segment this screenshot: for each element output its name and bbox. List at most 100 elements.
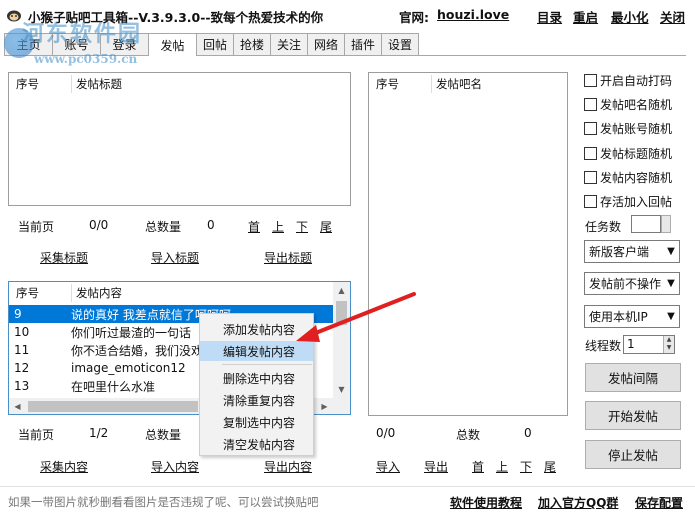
import-bars-link[interactable]: 导入 — [376, 458, 400, 475]
client-select-value: 新版客户端 — [589, 245, 650, 259]
checkbox-label: 存活加入回帖 — [600, 195, 673, 209]
current-page-label: 当前页 — [18, 220, 55, 234]
column-separator — [71, 75, 72, 93]
total-label: 总数量 — [145, 220, 182, 234]
page-last-link[interactable]: 尾 — [320, 218, 332, 235]
status-divider — [0, 486, 695, 487]
scroll-right-icon[interactable]: ▶ — [316, 398, 333, 414]
random-title-checkbox[interactable]: 发帖标题随机 — [584, 145, 672, 162]
row-num: 11 — [14, 343, 30, 357]
auto-captcha-checkbox[interactable]: 开启自动打码 — [584, 72, 672, 89]
bars-page-first-link[interactable]: 首 — [472, 458, 484, 475]
survive-add-reply-checkbox[interactable]: 存活加入回帖 — [584, 193, 672, 210]
thread-count-value: 1 — [627, 337, 635, 351]
bars-page-last-link[interactable]: 尾 — [544, 458, 556, 475]
title-list[interactable]: 序号 发帖标题 — [8, 72, 351, 206]
bars-page-prev-link[interactable]: 上 — [496, 458, 508, 475]
random-bar-checkbox[interactable]: 发帖吧名随机 — [584, 96, 672, 113]
minimize-link[interactable]: 最小化 — [611, 7, 649, 26]
task-count-label: 任务数 — [585, 220, 622, 234]
row-num: 9 — [14, 307, 22, 321]
col-header-num: 序号 — [16, 77, 39, 91]
checkbox-label: 发帖内容随机 — [600, 171, 673, 185]
chevron-down-icon: ▼ — [667, 246, 675, 257]
restart-link[interactable]: 重启 — [573, 7, 598, 26]
checkbox-box[interactable] — [584, 74, 597, 87]
export-bars-link[interactable]: 导出 — [424, 458, 448, 475]
save-config-link[interactable]: 保存配置 — [635, 494, 683, 511]
start-post-button[interactable]: 开始发帖 — [585, 401, 681, 430]
task-count-input[interactable] — [631, 215, 661, 233]
col-header-bar-name: 发帖吧名 — [436, 77, 482, 91]
tab-post[interactable]: 发帖 — [148, 33, 197, 56]
menu-item-delete-selected[interactable]: 删除选中内容 — [200, 368, 313, 388]
col-header-num: 序号 — [16, 286, 39, 300]
row-num: 13 — [14, 379, 30, 393]
scroll-down-icon[interactable]: ▼ — [333, 381, 350, 398]
stop-post-button[interactable]: 停止发帖 — [585, 440, 681, 469]
checkbox-box[interactable] — [584, 98, 597, 111]
export-content-link[interactable]: 导出内容 — [264, 458, 312, 475]
ip-select-value: 使用本机IP — [589, 310, 648, 324]
checkbox-box[interactable] — [584, 171, 597, 184]
thread-count-spinner[interactable]: ▲ ▼ — [663, 336, 674, 353]
checkbox-label: 发帖标题随机 — [600, 147, 673, 161]
column-separator — [71, 284, 72, 302]
row-num: 12 — [14, 361, 30, 375]
page-next-link[interactable]: 下 — [296, 218, 308, 235]
export-titles-link[interactable]: 导出标题 — [264, 249, 312, 266]
tab-settings[interactable]: 设置 — [381, 33, 419, 55]
menu-item-clear-duplicates[interactable]: 清除重复内容 — [200, 390, 313, 410]
watermark-url: www.pc0359.cn — [34, 52, 138, 66]
ip-select[interactable]: 使用本机IP ▼ — [584, 305, 680, 328]
menu-item-copy-selected[interactable]: 复制选中内容 — [200, 412, 313, 432]
post-interval-button[interactable]: 发帖间隔 — [585, 363, 681, 392]
total-value: 0 — [207, 218, 215, 232]
menu-item-clear-all[interactable]: 清空发帖内容 — [200, 434, 313, 454]
close-link[interactable]: 关闭 — [660, 7, 685, 26]
current-page-value: 1/2 — [89, 426, 109, 440]
import-content-link[interactable]: 导入内容 — [151, 458, 199, 475]
chevron-down-icon: ▼ — [667, 278, 675, 289]
checkbox-box[interactable] — [584, 122, 597, 135]
bars-current-page: 0/0 — [376, 426, 396, 440]
bars-total-value: 0 — [524, 426, 532, 440]
bar-name-list[interactable]: 序号 发帖吧名 — [368, 72, 568, 416]
menu-separator — [222, 364, 312, 365]
pre-post-select[interactable]: 发帖前不操作 ▼ — [584, 272, 680, 295]
site-label: 官网: — [399, 10, 429, 25]
task-count-spinner[interactable] — [661, 215, 671, 233]
annotation-arrow-icon — [296, 292, 416, 342]
col-header-title: 发帖标题 — [76, 77, 122, 91]
chevron-down-icon: ▼ — [667, 311, 675, 322]
collect-content-link[interactable]: 采集内容 — [40, 458, 88, 475]
scroll-thumb-h[interactable] — [28, 401, 198, 412]
client-select[interactable]: 新版客户端 ▼ — [584, 240, 680, 263]
tab-follow[interactable]: 关注 — [270, 33, 308, 55]
checkbox-label: 开启自动打码 — [600, 74, 673, 88]
tab-reply[interactable]: 回帖 — [196, 33, 234, 55]
current-page-label: 当前页 — [18, 428, 55, 442]
checkbox-box[interactable] — [584, 195, 597, 208]
page-first-link[interactable]: 首 — [248, 218, 260, 235]
random-account-checkbox[interactable]: 发帖账号随机 — [584, 120, 672, 137]
bars-page-next-link[interactable]: 下 — [520, 458, 532, 475]
col-header-num: 序号 — [376, 77, 399, 91]
checkbox-label: 发帖账号随机 — [600, 122, 673, 136]
checkbox-box[interactable] — [584, 147, 597, 160]
join-qq-group-link[interactable]: 加入官方QQ群 — [538, 494, 618, 511]
page-prev-link[interactable]: 上 — [272, 218, 284, 235]
import-titles-link[interactable]: 导入标题 — [151, 249, 199, 266]
random-content-checkbox[interactable]: 发帖内容随机 — [584, 169, 672, 186]
watermark-name: 河东软件园 — [22, 22, 143, 47]
tab-grab-floor[interactable]: 抢楼 — [233, 33, 271, 55]
tab-network[interactable]: 网络 — [307, 33, 345, 55]
scroll-left-icon[interactable]: ◀ — [9, 398, 26, 414]
collect-titles-link[interactable]: 采集标题 — [40, 249, 88, 266]
site-url-link[interactable]: houzi.love — [437, 7, 509, 22]
tutorial-link[interactable]: 软件使用教程 — [450, 494, 522, 511]
menu-link[interactable]: 目录 — [537, 7, 562, 26]
col-header-content: 发帖内容 — [76, 286, 122, 300]
tab-plugins[interactable]: 插件 — [344, 33, 382, 55]
status-tip: 如果一带图片就秒删看看图片是否违规了呢、可以尝试换贴吧 — [8, 495, 319, 509]
